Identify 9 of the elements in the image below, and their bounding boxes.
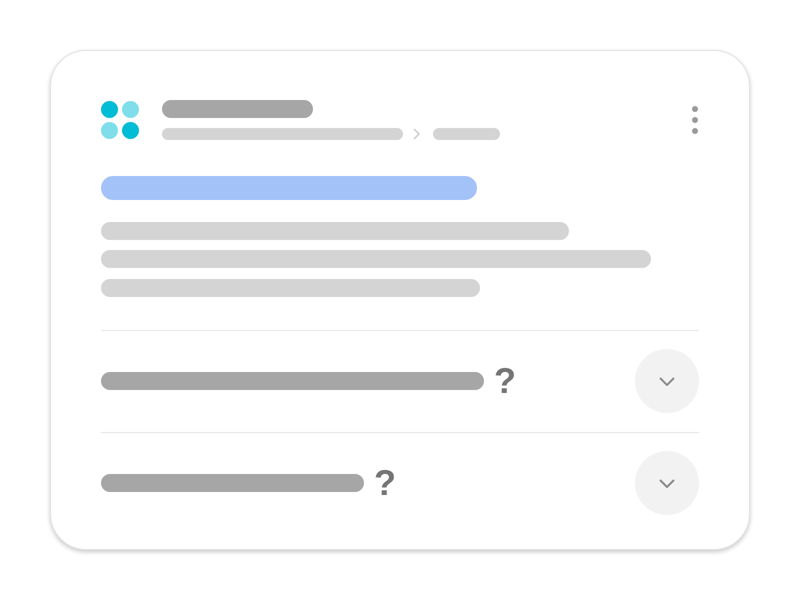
breadcrumb-bar	[433, 128, 500, 140]
question-mark: ?	[374, 465, 396, 501]
chevron-down-icon	[659, 478, 675, 488]
four-dots-logo-icon	[101, 101, 139, 139]
more-options-icon[interactable]	[692, 106, 698, 134]
chevron-down-icon	[659, 376, 675, 386]
link-title-bar[interactable]	[101, 176, 477, 200]
question-mark: ?	[494, 363, 516, 399]
chevron-right-icon	[413, 128, 420, 140]
